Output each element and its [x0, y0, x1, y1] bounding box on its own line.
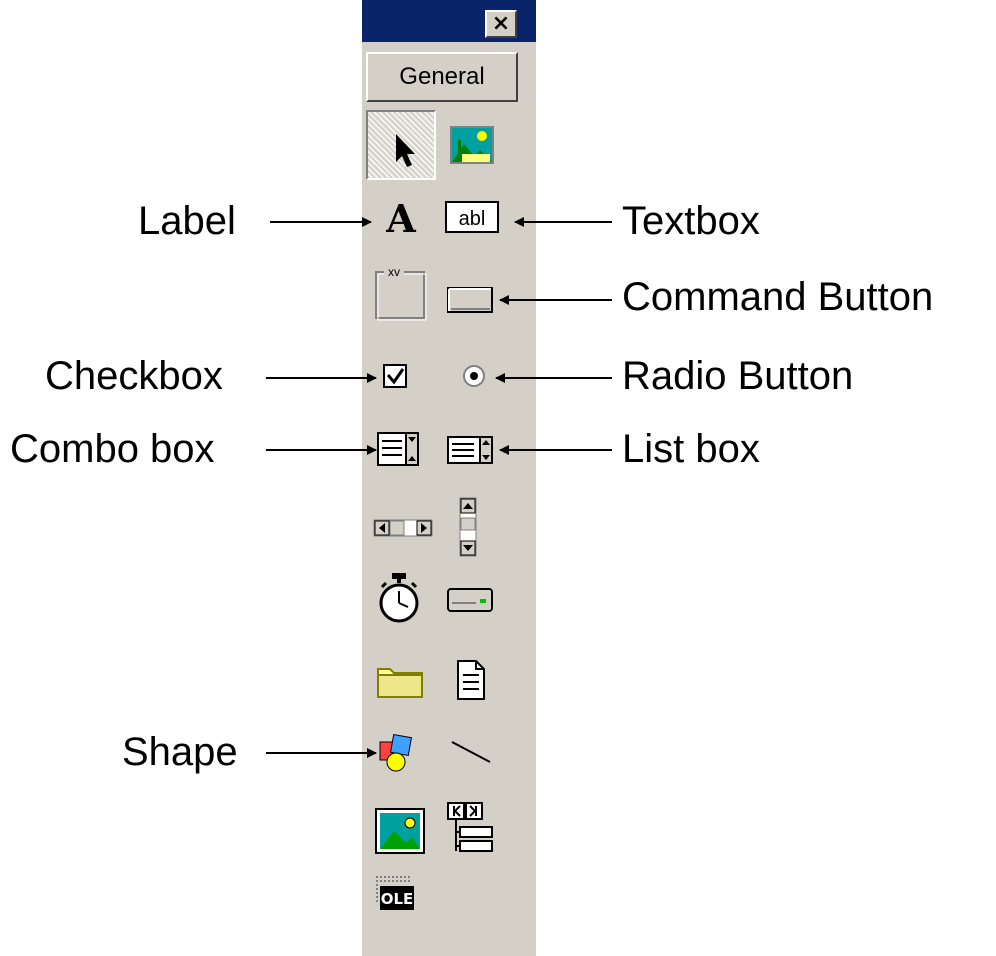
annotation-arrows: [266, 217, 612, 758]
